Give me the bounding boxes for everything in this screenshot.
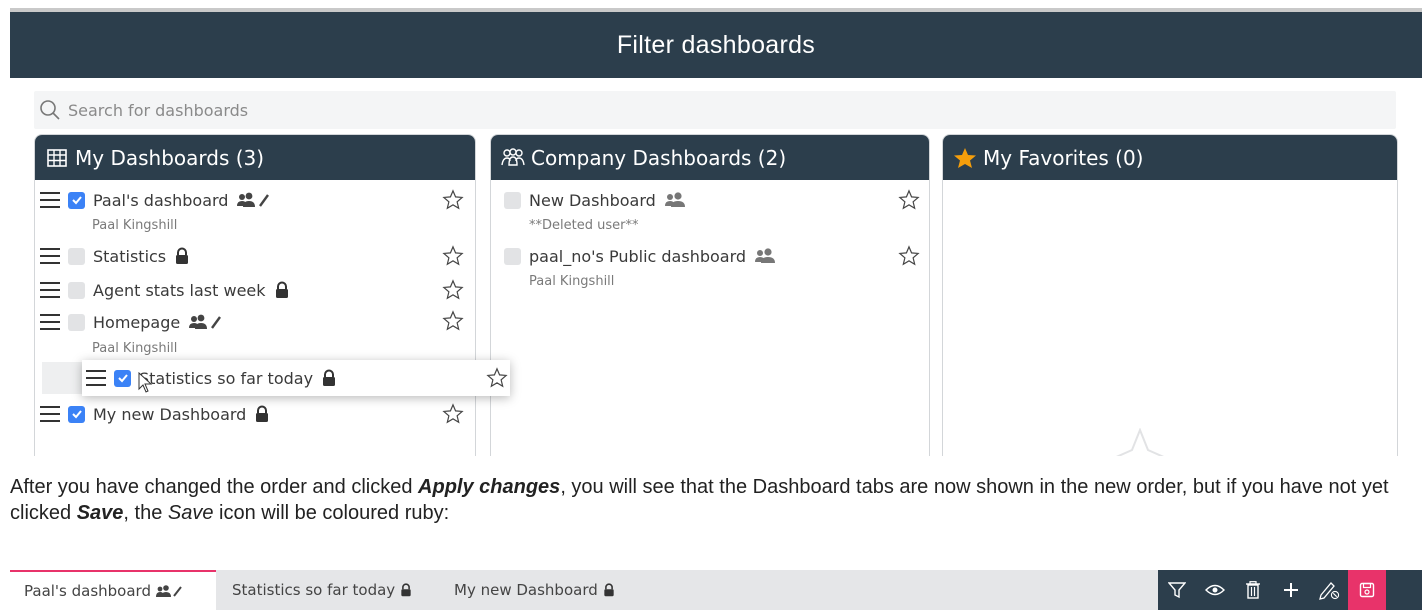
- edit-mode-button[interactable]: [1310, 570, 1348, 610]
- delete-button[interactable]: [1234, 570, 1272, 610]
- star-outline-icon[interactable]: [898, 189, 920, 211]
- lock-icon: [401, 583, 411, 597]
- checkbox[interactable]: [504, 191, 521, 209]
- star-outline-icon[interactable]: [442, 189, 464, 211]
- list-item[interactable]: Statistics: [40, 242, 190, 270]
- checkbox[interactable]: [68, 313, 85, 331]
- edit-off-icon: [1319, 582, 1340, 600]
- checkbox[interactable]: [114, 369, 131, 387]
- list-item[interactable]: Agent stats last week: [40, 276, 290, 304]
- tab-label: Statistics so far today: [232, 581, 396, 599]
- my-favorites-header: My Favorites (0): [943, 135, 1397, 180]
- lock-icon: [176, 247, 189, 264]
- my-favorites-column: My Favorites (0): [942, 134, 1398, 456]
- owner-text: Paal Kingshill: [92, 218, 178, 233]
- drag-handle-icon[interactable]: [40, 248, 60, 264]
- eye-icon: [1205, 584, 1225, 596]
- owner-text: Paal Kingshill: [92, 341, 178, 356]
- list-item[interactable]: My new Dashboard: [40, 400, 270, 428]
- tab-statistics-so-far-today[interactable]: Statistics so far today: [218, 570, 438, 610]
- save-icon: [1359, 582, 1375, 598]
- checkbox[interactable]: [68, 281, 85, 299]
- search-input[interactable]: [68, 100, 668, 120]
- plus-icon: [1284, 583, 1298, 597]
- lock-icon: [323, 369, 336, 386]
- tab-my-new-dashboard[interactable]: My new Dashboard: [440, 570, 640, 610]
- drag-handle-icon[interactable]: [40, 406, 60, 422]
- trash-icon: [1246, 581, 1260, 599]
- shared-edit-icon: [237, 192, 270, 207]
- company-dashboards-title: Company Dashboards (2): [531, 145, 787, 170]
- checkbox[interactable]: [68, 405, 85, 423]
- dialog-title: Filter dashboards: [616, 30, 816, 59]
- lock-icon: [275, 281, 288, 298]
- caption-part: icon will be coloured ruby:: [213, 502, 450, 524]
- caption-part: , the: [123, 502, 168, 524]
- list-item[interactable]: New Dashboard: [504, 186, 692, 214]
- filter-icon: [1168, 582, 1186, 599]
- star-outline-icon[interactable]: [442, 403, 464, 425]
- search-box[interactable]: [34, 91, 1396, 129]
- add-button[interactable]: [1272, 570, 1310, 610]
- my-favorites-title: My Favorites (0): [983, 145, 1144, 170]
- filter-dashboards-dialog: Filter dashboards My Dashboards (3) Comp…: [10, 8, 1422, 456]
- tab-paals-dashboard[interactable]: Paal's dashboard: [10, 570, 216, 610]
- caption-emphasis: Save: [76, 502, 124, 524]
- view-button[interactable]: [1196, 570, 1234, 610]
- checkbox[interactable]: [68, 191, 85, 209]
- caption-emphasis: Apply changes: [418, 476, 561, 498]
- owner-text: Paal Kingshill: [529, 274, 615, 289]
- my-dashboards-header: My Dashboards (3): [35, 135, 475, 180]
- list-item[interactable]: Homepage: [40, 308, 228, 336]
- my-dashboards-title: My Dashboards (3): [75, 145, 265, 170]
- dashboard-label: Statistics: [93, 246, 167, 266]
- filter-button[interactable]: [1158, 570, 1196, 610]
- drag-handle-icon[interactable]: [40, 282, 60, 298]
- star-outline-icon[interactable]: [486, 367, 508, 389]
- table-icon: [45, 147, 69, 169]
- caption-text: After you have changed the order and cli…: [10, 474, 1410, 526]
- dashboard-tab-bar: Paal's dashboard Statistics so far today…: [10, 570, 1422, 610]
- mouse-cursor-icon: [138, 372, 153, 393]
- drag-handle-icon[interactable]: [40, 192, 60, 208]
- tab-label: My new Dashboard: [454, 581, 598, 599]
- caption-part: After you have changed the order and cli…: [10, 476, 419, 498]
- star-outline-icon[interactable]: [442, 245, 464, 267]
- lock-icon: [256, 405, 269, 422]
- shared-icon: [664, 192, 685, 207]
- checkbox[interactable]: [504, 247, 521, 265]
- dashboard-label: Agent stats last week: [93, 280, 266, 300]
- dashboard-label: Paal's dashboard: [93, 190, 229, 210]
- search-icon: [40, 100, 60, 120]
- dashboard-label: paal_no's Public dashboard: [529, 246, 747, 266]
- company-dashboards-column: Company Dashboards (2): [490, 134, 930, 456]
- dashboard-label: New Dashboard: [529, 190, 656, 210]
- dashboard-label: Homepage: [93, 312, 181, 332]
- tab-label: Paal's dashboard: [24, 582, 151, 600]
- lock-icon: [604, 583, 614, 597]
- group-icon: [501, 147, 525, 169]
- owner-text: **Deleted user**: [529, 218, 639, 233]
- drag-handle-icon[interactable]: [86, 370, 106, 386]
- star-filled-icon: [953, 147, 977, 169]
- shared-edit-icon: [189, 314, 222, 329]
- dialog-header: Filter dashboards: [10, 12, 1422, 78]
- list-item[interactable]: Paal's dashboard: [40, 186, 276, 214]
- dragged-list-item[interactable]: Statistics so far today: [82, 360, 510, 396]
- shared-edit-icon: [155, 585, 182, 597]
- empty-star-icon: [1116, 428, 1164, 456]
- list-item[interactable]: paal_no's Public dashboard: [504, 242, 782, 270]
- shared-icon: [755, 248, 776, 263]
- star-outline-icon[interactable]: [442, 310, 464, 332]
- dashboard-toolbar: [1158, 570, 1422, 610]
- caption-italic: Save: [167, 502, 214, 524]
- dashboard-label: Statistics so far today: [139, 368, 314, 388]
- star-outline-icon[interactable]: [442, 279, 464, 301]
- save-button[interactable]: [1348, 570, 1386, 610]
- company-dashboards-header: Company Dashboards (2): [491, 135, 929, 180]
- drag-handle-icon[interactable]: [40, 314, 60, 330]
- checkbox[interactable]: [68, 247, 85, 265]
- dashboard-label: My new Dashboard: [93, 404, 247, 424]
- star-outline-icon[interactable]: [898, 245, 920, 267]
